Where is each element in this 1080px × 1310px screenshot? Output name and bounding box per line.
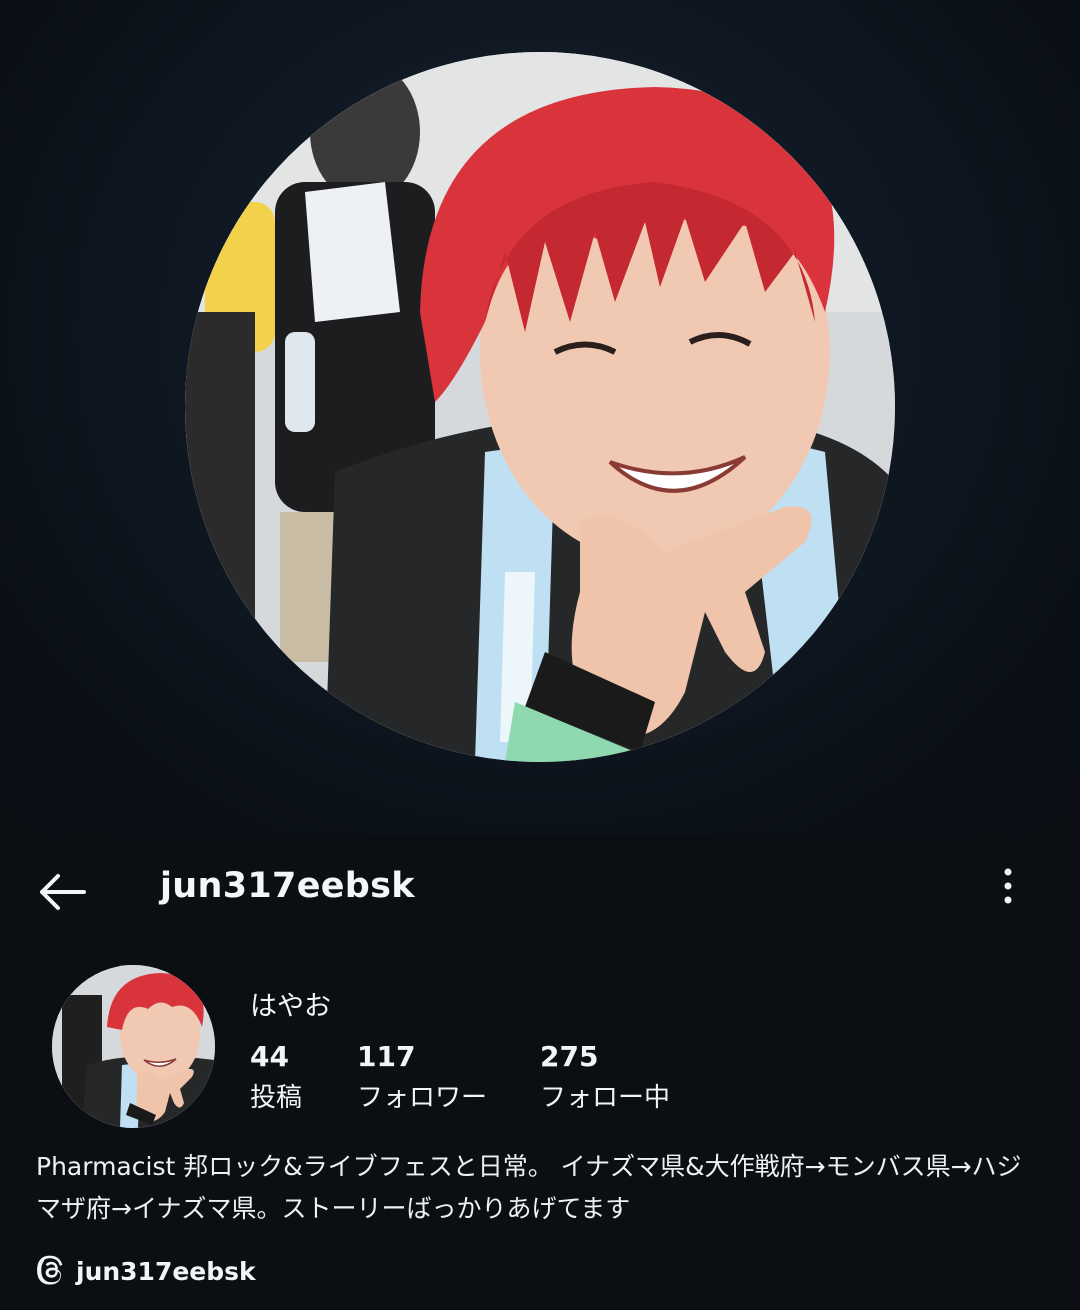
profile-photo-viewer [0,0,1080,834]
page-title: jun317eebsk [160,866,415,906]
profile-header: jun317eebsk [0,834,1080,944]
profile-photo-large[interactable] [185,52,895,762]
followers-label: フォロワー [357,1083,488,1113]
profile-summary: はやお 44 投稿 117 フォロワー 275 フォロー中 [0,944,1080,1144]
posts-stat[interactable]: 44 投稿 [250,1040,302,1118]
more-options-button[interactable] [988,864,1028,908]
display-name: はやお [250,991,331,1022]
posts-label: 投稿 [250,1083,303,1113]
back-arrow-icon [40,874,86,910]
threads-handle: jun317eebsk [76,1256,256,1286]
threads-icon [37,1255,63,1285]
following-stat[interactable]: 275 フォロー中 [540,1040,670,1118]
followers-stat[interactable]: 117 フォロワー [357,1040,487,1118]
followers-count: 117 [357,1040,416,1073]
more-vertical-icon [1004,868,1012,904]
following-count: 275 [540,1040,599,1073]
posts-count: 44 [250,1040,289,1073]
avatar[interactable] [52,965,215,1128]
threads-profile-link[interactable]: jun317eebsk [36,1250,256,1292]
back-button[interactable] [30,864,94,920]
profile-bio: Pharmacist 邦ロック&ライブフェスと日常。 イナズマ県&大作戦府→モン… [36,1152,1022,1223]
avatar-illustration [52,965,215,1128]
profile-photo-illustration [185,52,895,762]
following-label: フォロー中 [540,1083,671,1113]
